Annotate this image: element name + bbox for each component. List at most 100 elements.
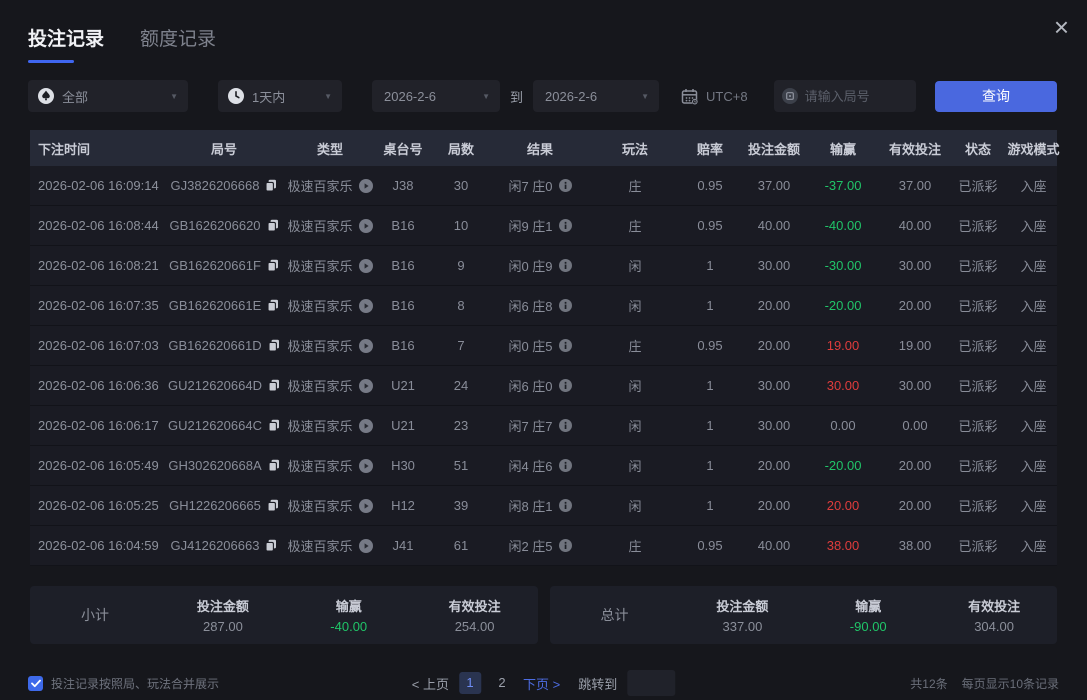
table-row[interactable]: 2026-02-06 16:04:59 GJ4126206663 极速百家乐 J… bbox=[30, 526, 1057, 566]
table-row[interactable]: 2026-02-06 16:06:36 GU212620664D 极速百家乐 U… bbox=[30, 366, 1057, 406]
prev-page-button[interactable]: < 上页 bbox=[412, 674, 449, 693]
info-icon[interactable] bbox=[559, 419, 572, 432]
game-mode: 入座 bbox=[1006, 336, 1061, 355]
copy-icon[interactable] bbox=[265, 179, 277, 192]
info-icon[interactable] bbox=[559, 339, 572, 352]
replay-icon[interactable] bbox=[359, 259, 373, 273]
game-type: 极速百家乐 bbox=[288, 496, 353, 515]
result-value: 闲7 庄0 bbox=[508, 176, 552, 195]
game-id-search[interactable] bbox=[774, 80, 916, 112]
result-value: 闲4 庄6 bbox=[508, 456, 552, 475]
merge-display-option[interactable]: 投注记录按照局、玩法合并展示 bbox=[28, 675, 219, 692]
round-count: 51 bbox=[434, 458, 488, 473]
copy-icon[interactable] bbox=[265, 539, 277, 552]
game-type-dropdown[interactable]: 全部 ▼ bbox=[28, 80, 188, 112]
next-page-button[interactable]: 下页 > bbox=[523, 674, 560, 693]
odds: 0.95 bbox=[678, 178, 742, 193]
info-icon[interactable] bbox=[559, 379, 572, 392]
page-jump-input[interactable] bbox=[627, 670, 675, 696]
table-row[interactable]: 2026-02-06 16:08:21 GB162620661F 极速百家乐 B… bbox=[30, 246, 1057, 286]
column-header: 桌台号 bbox=[372, 139, 434, 158]
page-button-2[interactable]: 2 bbox=[491, 672, 513, 694]
date-from-dropdown[interactable]: 2026-2-6 ▼ bbox=[372, 80, 500, 112]
win-loss: 0.00 bbox=[806, 418, 880, 433]
valid-bet: 37.00 bbox=[880, 178, 950, 193]
play-type: 闲 bbox=[592, 496, 678, 515]
replay-icon[interactable] bbox=[359, 419, 373, 433]
odds: 1 bbox=[678, 378, 742, 393]
round-count: 23 bbox=[434, 418, 488, 433]
table-row[interactable]: 2026-02-06 16:05:25 GH1226206665 极速百家乐 H… bbox=[30, 486, 1057, 526]
bet-amount: 20.00 bbox=[742, 298, 806, 313]
replay-icon[interactable] bbox=[359, 339, 373, 353]
result-cell: 闲7 庄7 bbox=[488, 416, 592, 435]
replay-icon[interactable] bbox=[359, 299, 373, 313]
copy-icon[interactable] bbox=[267, 499, 279, 512]
win-loss: 30.00 bbox=[806, 378, 880, 393]
copy-icon[interactable] bbox=[267, 259, 279, 272]
subtotal-bet: 投注金额 287.00 bbox=[160, 596, 286, 634]
play-type: 闲 bbox=[592, 256, 678, 275]
game-mode: 入座 bbox=[1006, 496, 1061, 515]
replay-icon[interactable] bbox=[359, 219, 373, 233]
bet-amount: 30.00 bbox=[742, 258, 806, 273]
table-row[interactable]: 2026-02-06 16:06:17 GU212620664C 极速百家乐 U… bbox=[30, 406, 1057, 446]
game-type: 极速百家乐 bbox=[288, 456, 353, 475]
calendar-icon[interactable] bbox=[681, 88, 699, 105]
game-id-cell: GJ4126206663 bbox=[160, 538, 288, 553]
page-button-1[interactable]: 1 bbox=[459, 672, 481, 694]
game-id: GB162620661D bbox=[168, 338, 261, 353]
game-mode: 入座 bbox=[1006, 536, 1061, 555]
info-icon[interactable] bbox=[559, 219, 572, 232]
query-button[interactable]: 查询 bbox=[935, 81, 1057, 112]
game-id: GU212620664C bbox=[168, 418, 262, 433]
odds: 0.95 bbox=[678, 538, 742, 553]
info-icon[interactable] bbox=[559, 259, 572, 272]
info-icon[interactable] bbox=[559, 179, 572, 192]
result-cell: 闲0 庄9 bbox=[488, 256, 592, 275]
table-row[interactable]: 2026-02-06 16:05:49 GH302620668A 极速百家乐 H… bbox=[30, 446, 1057, 486]
search-input[interactable] bbox=[805, 89, 908, 104]
tab-quota-records[interactable]: 额度记录 bbox=[140, 24, 216, 51]
copy-icon[interactable] bbox=[267, 219, 279, 232]
replay-icon[interactable] bbox=[359, 499, 373, 513]
win-loss: -20.00 bbox=[806, 298, 880, 313]
table-row[interactable]: 2026-02-06 16:08:44 GB1626206620 极速百家乐 B… bbox=[30, 206, 1057, 246]
game-type: 极速百家乐 bbox=[288, 216, 353, 235]
copy-icon[interactable] bbox=[268, 379, 280, 392]
copy-icon[interactable] bbox=[267, 299, 279, 312]
replay-icon[interactable] bbox=[359, 379, 373, 393]
total-winloss: 输赢 -90.00 bbox=[805, 596, 931, 634]
copy-icon[interactable] bbox=[268, 339, 280, 352]
bet-time: 2026-02-06 16:04:59 bbox=[30, 538, 160, 553]
table-row[interactable]: 2026-02-06 16:07:03 GB162620661D 极速百家乐 B… bbox=[30, 326, 1057, 366]
game-id-cell: GB162620661E bbox=[160, 298, 288, 313]
result-value: 闲8 庄1 bbox=[508, 496, 552, 515]
replay-icon[interactable] bbox=[359, 539, 373, 553]
bet-time: 2026-02-06 16:08:44 bbox=[30, 218, 160, 233]
replay-icon[interactable] bbox=[359, 459, 373, 473]
game-type-cell: 极速百家乐 bbox=[288, 296, 372, 315]
game-type: 极速百家乐 bbox=[288, 256, 353, 275]
jump-to-label: 跳转到 bbox=[578, 674, 617, 693]
close-icon[interactable]: × bbox=[1054, 14, 1069, 40]
tab-bet-records[interactable]: 投注记录 bbox=[28, 24, 104, 63]
copy-icon[interactable] bbox=[268, 419, 280, 432]
copy-icon[interactable] bbox=[268, 459, 280, 472]
info-icon[interactable] bbox=[559, 459, 572, 472]
merge-checkbox[interactable] bbox=[28, 676, 43, 691]
bet-time: 2026-02-06 16:07:35 bbox=[30, 298, 160, 313]
table-row[interactable]: 2026-02-06 16:07:35 GB162620661E 极速百家乐 B… bbox=[30, 286, 1057, 326]
game-id-cell: GB1626206620 bbox=[160, 218, 288, 233]
total-records-count: 共12条 bbox=[910, 675, 947, 692]
bet-amount: 37.00 bbox=[742, 178, 806, 193]
info-icon[interactable] bbox=[559, 499, 572, 512]
table-row[interactable]: 2026-02-06 16:09:14 GJ3826206668 极速百家乐 J… bbox=[30, 166, 1057, 206]
time-range-dropdown[interactable]: 1天内 ▼ bbox=[218, 80, 342, 112]
table-number: B16 bbox=[372, 298, 434, 313]
replay-icon[interactable] bbox=[359, 179, 373, 193]
info-icon[interactable] bbox=[559, 299, 572, 312]
info-icon[interactable] bbox=[559, 539, 572, 552]
bet-amount: 30.00 bbox=[742, 378, 806, 393]
date-to-dropdown[interactable]: 2026-2-6 ▼ bbox=[533, 80, 659, 112]
